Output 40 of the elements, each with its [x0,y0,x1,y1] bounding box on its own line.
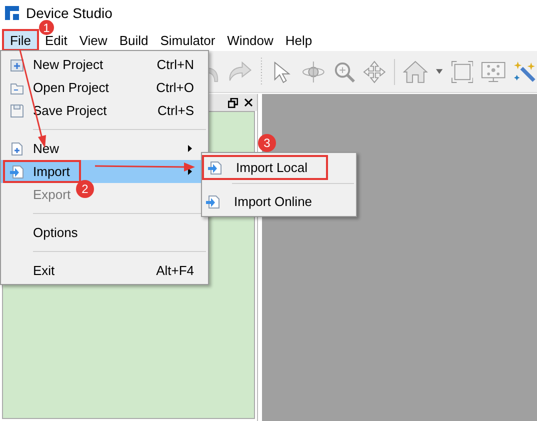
menu-item[interactable]: Window [221,33,280,48]
shortcut-label: Alt+F4 [156,262,194,280]
save-icon [10,104,24,118]
add-icon [10,58,24,72]
submenu-arrow-icon [188,145,192,152]
menu-item[interactable]: Help [279,33,318,48]
shortcut-label: Ctrl+N [156,56,194,74]
menu-entry[interactable]: Import Local [202,155,328,180]
menu-entry[interactable]: Import Online [202,189,356,214]
menu-entry[interactable]: Exit Alt+F4 [1,259,208,282]
menu-item[interactable]: File [2,29,39,51]
fit-view-icon[interactable] [450,60,474,84]
step-badge: 3 [258,134,276,152]
caret-icon[interactable] [436,69,443,74]
menu-item[interactable]: Simulator [154,33,222,48]
window-title: Device Studio [26,6,112,20]
menu-item[interactable]: Edit [38,33,74,48]
menu-entry[interactable]: Options [1,221,208,244]
monitor-icon[interactable] [481,60,506,84]
menu-item[interactable]: View [73,33,114,48]
magic-wand-icon[interactable] [514,60,537,84]
close-icon[interactable] [244,98,253,107]
new-file-icon [10,142,24,156]
shortcut-label: Ctrl+S [158,102,194,120]
home-icon[interactable] [403,60,428,84]
toolbar-grip[interactable] [260,56,263,86]
menu-entry[interactable]: New Project Ctrl+N [1,53,208,76]
restore-icon[interactable] [228,98,238,108]
app-logo-icon [5,6,19,20]
menu-entry[interactable]: Open Project Ctrl+O [1,76,208,99]
redo-icon[interactable] [227,60,252,84]
zoom-icon[interactable] [332,60,356,84]
import-icon [10,164,24,178]
import-icon [206,194,220,208]
move-icon[interactable] [363,60,386,84]
folder-icon [10,80,24,94]
shortcut-label: Ctrl+O [156,78,194,97]
orbit-icon[interactable] [302,60,325,84]
menu-item[interactable]: Build [113,33,154,48]
import-icon [208,160,222,174]
